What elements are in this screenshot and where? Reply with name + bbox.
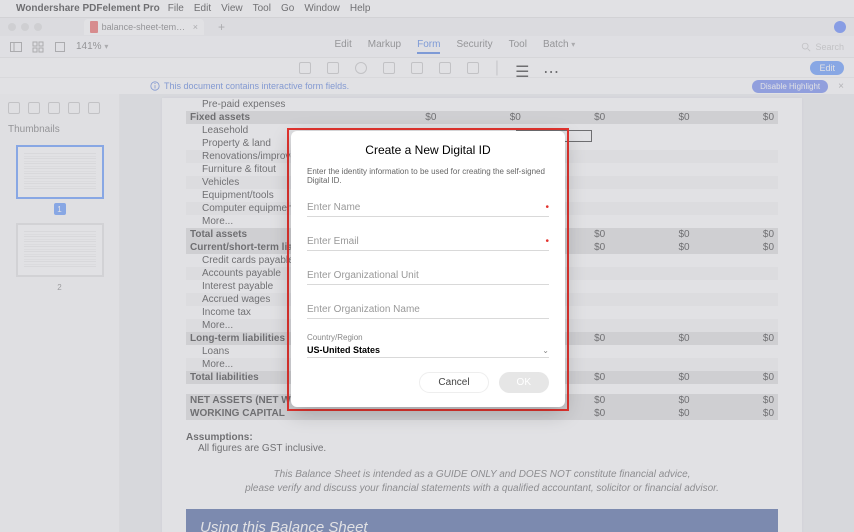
org-name-input[interactable] [307, 301, 549, 319]
digital-id-dialog: Create a New Digital ID Enter the identi… [291, 131, 565, 407]
required-dot-icon: • [545, 202, 549, 213]
dialog-title: Create a New Digital ID [307, 143, 549, 157]
cancel-button[interactable]: Cancel [419, 372, 488, 393]
country-value: US-United States [307, 345, 380, 355]
country-select[interactable]: US-United States ⌄ [307, 343, 549, 358]
dialog-subtitle: Enter the identity information to be use… [307, 167, 549, 185]
country-label: Country/Region [307, 333, 549, 342]
name-input[interactable] [307, 199, 549, 217]
org-unit-input[interactable] [307, 267, 549, 285]
required-dot-icon: • [545, 236, 549, 247]
email-input[interactable] [307, 233, 549, 251]
ok-button[interactable]: OK [499, 372, 549, 393]
chevron-down-icon: ⌄ [542, 346, 549, 355]
